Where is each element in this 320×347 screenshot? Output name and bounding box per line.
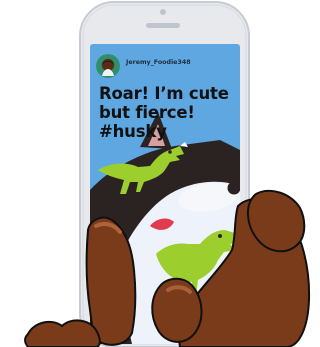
avatar-illustration	[96, 54, 120, 78]
avatar-icon[interactable]	[96, 54, 120, 78]
post-caption: Roar! I’m cute but fierce! #husky	[99, 84, 239, 141]
phone-scene: Jeremy_Foodie348 Roar! I’m cute but fier…	[0, 0, 312, 347]
caption-line-3: #husky	[99, 122, 167, 141]
speaker-icon	[146, 23, 180, 28]
camera-icon	[160, 9, 166, 15]
hand-knuckles-left	[24, 319, 101, 347]
caption-line-1: Roar! I’m cute	[99, 84, 229, 103]
post-card: Jeremy_Foodie348 Roar! I’m cute but fier…	[90, 44, 240, 344]
caption-line-2: but fierce!	[99, 103, 195, 122]
post-username[interactable]: Jeremy_Foodie348	[126, 59, 191, 67]
